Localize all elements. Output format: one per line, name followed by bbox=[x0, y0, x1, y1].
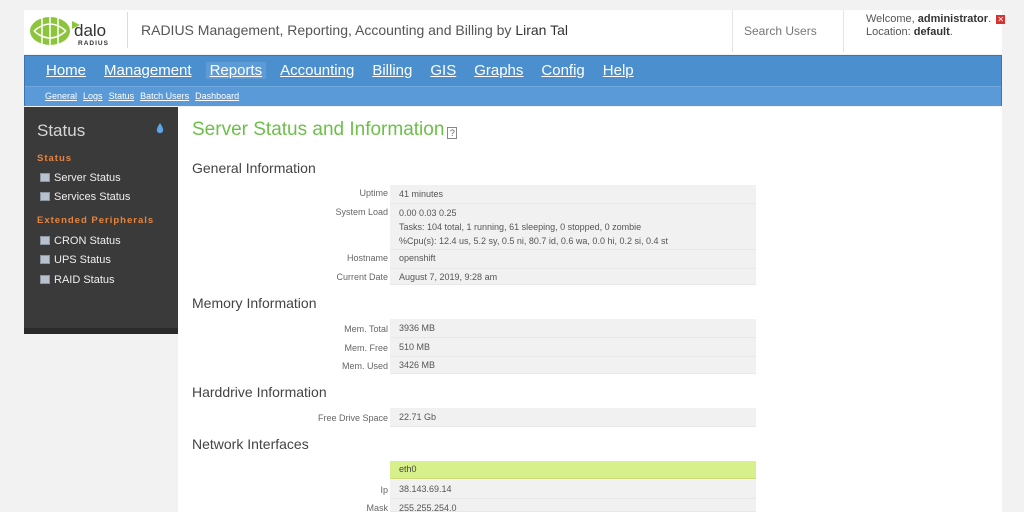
svg-text:dalo: dalo bbox=[74, 21, 106, 40]
sidebar-item-label: Services Status bbox=[54, 191, 131, 203]
droplet-icon bbox=[156, 123, 164, 134]
mem-used-label: Mem. Used bbox=[341, 361, 388, 371]
monitor-icon bbox=[40, 192, 50, 201]
tagline-text: RADIUS Management, Reporting, Accounting… bbox=[141, 22, 512, 38]
main-nav: Home Management Reports Accounting Billi… bbox=[45, 62, 635, 79]
mask-label: Mask bbox=[366, 503, 388, 512]
page-title-text: Server Status and Information bbox=[192, 119, 445, 140]
ip-value: 38.143.69.14 bbox=[390, 480, 756, 499]
daloradius-logo[interactable]: dalo RADIUS bbox=[28, 14, 124, 50]
sidebar: Status Status Server Status Services Sta… bbox=[24, 107, 178, 334]
sidebar-item-services-status[interactable]: Services Status bbox=[40, 191, 130, 203]
current-date-value: August 7, 2019, 9:28 am bbox=[390, 269, 756, 285]
section-network-title: Network Interfaces bbox=[192, 436, 309, 452]
subnav-batch-users[interactable]: Batch Users bbox=[140, 91, 189, 101]
network-interface-header: eth0 bbox=[390, 461, 756, 479]
page-title: Server Status and Information? bbox=[192, 119, 458, 141]
sidebar-item-label: RAID Status bbox=[54, 274, 115, 286]
search-users-box bbox=[732, 10, 844, 52]
uptime-value: 41 minutes bbox=[390, 185, 756, 204]
hostname-label: Hostname bbox=[346, 253, 388, 263]
welcome-prefix: Welcome, bbox=[866, 13, 915, 25]
monitor-icon bbox=[40, 275, 50, 284]
mem-used-text: 3426 MB bbox=[399, 360, 436, 370]
welcome-username: administrator bbox=[917, 13, 989, 25]
section-harddrive-title: Harddrive Information bbox=[192, 384, 327, 400]
nav-accounting[interactable]: Accounting bbox=[279, 62, 355, 79]
mem-used-value: 3426 MB bbox=[390, 357, 756, 374]
free-drive-text: 22.71 Gb bbox=[399, 412, 437, 422]
nav-reports[interactable]: Reports bbox=[205, 62, 267, 79]
header: dalo RADIUS RADIUS Management, Reporting… bbox=[24, 10, 1006, 54]
current-date-text: August 7, 2019, 9:28 am bbox=[399, 272, 498, 282]
location-value: default bbox=[913, 26, 950, 38]
free-drive-label: Free Drive Space bbox=[317, 413, 388, 423]
monitor-icon bbox=[40, 255, 50, 264]
system-load-value: 0.00 0.03 0.25 Tasks: 104 total, 1 runni… bbox=[390, 204, 756, 250]
mem-total-label: Mem. Total bbox=[344, 324, 388, 334]
cpu-text: %Cpu(s): 12.4 us, 5.2 sy, 0.5 ni, 80.7 i… bbox=[399, 236, 668, 246]
header-divider bbox=[127, 12, 128, 48]
ip-text: 38.143.69.14 bbox=[399, 484, 452, 494]
mem-total-value: 3936 MB bbox=[390, 319, 756, 338]
logout-icon[interactable]: ✕ bbox=[996, 14, 1006, 24]
mem-total-text: 3936 MB bbox=[399, 323, 436, 333]
nav-home[interactable]: Home bbox=[45, 62, 87, 79]
current-date-label: Current Date bbox=[336, 272, 388, 282]
nav-billing[interactable]: Billing bbox=[371, 62, 413, 79]
uptime-label: Uptime bbox=[359, 188, 388, 198]
mask-text: 255.255.254.0 bbox=[399, 503, 457, 512]
mask-value: 255.255.254.0 bbox=[390, 499, 756, 512]
tagline-author: Liran Tal bbox=[515, 22, 568, 38]
ip-label: Ip bbox=[380, 485, 388, 495]
sidebar-item-label: CRON Status bbox=[54, 235, 121, 247]
sidebar-item-label: UPS Status bbox=[54, 254, 111, 266]
sidebar-item-label: Server Status bbox=[54, 172, 121, 184]
nav-gis[interactable]: GIS bbox=[429, 62, 457, 79]
tasks-text: Tasks: 104 total, 1 running, 61 sleeping… bbox=[399, 222, 642, 232]
welcome-panel: Welcome, administrator. ✕ Location: defa… bbox=[866, 13, 1006, 38]
monitor-icon bbox=[40, 236, 50, 245]
subnav-logs[interactable]: Logs bbox=[83, 91, 103, 101]
help-icon[interactable]: ? bbox=[447, 127, 458, 139]
main-content: Server Status and Information? General I… bbox=[178, 107, 1002, 512]
mem-free-value: 510 MB bbox=[390, 338, 756, 357]
sidebar-item-server-status[interactable]: Server Status bbox=[40, 172, 121, 184]
subnav-dashboard[interactable]: Dashboard bbox=[195, 91, 239, 101]
hostname-text: openshift bbox=[399, 253, 436, 263]
sidebar-section-status: Status bbox=[37, 153, 73, 164]
search-users-input[interactable] bbox=[733, 10, 843, 52]
sidebar-item-raid-status[interactable]: RAID Status bbox=[40, 274, 115, 286]
hostname-value: openshift bbox=[390, 250, 756, 269]
sub-navbar: General Logs Status Batch Users Dashboar… bbox=[25, 86, 1001, 106]
sidebar-item-ups-status[interactable]: UPS Status bbox=[40, 254, 111, 266]
subnav-status[interactable]: Status bbox=[109, 91, 135, 101]
sidebar-section-extended: Extended Peripherals bbox=[37, 215, 155, 226]
nav-management[interactable]: Management bbox=[103, 62, 193, 79]
uptime-text: 41 minutes bbox=[399, 189, 444, 199]
nav-config[interactable]: Config bbox=[540, 62, 585, 79]
sidebar-title: Status bbox=[37, 121, 86, 140]
free-drive-value: 22.71 Gb bbox=[390, 408, 756, 427]
mem-free-text: 510 MB bbox=[399, 342, 431, 352]
mem-free-label: Mem. Free bbox=[344, 343, 388, 353]
system-load-text: 0.00 0.03 0.25 bbox=[399, 208, 457, 218]
section-general-title: General Information bbox=[192, 160, 316, 176]
svg-text:RADIUS: RADIUS bbox=[78, 40, 109, 47]
subnav-general[interactable]: General bbox=[45, 91, 77, 101]
section-memory-title: Memory Information bbox=[192, 295, 317, 311]
location-prefix: Location: bbox=[866, 26, 911, 38]
interface-name: eth0 bbox=[399, 464, 417, 474]
system-load-label: System Load bbox=[335, 207, 388, 217]
sidebar-item-cron-status[interactable]: CRON Status bbox=[40, 235, 121, 247]
header-tagline: RADIUS Management, Reporting, Accounting… bbox=[141, 22, 568, 38]
main-navbar: Home Management Reports Accounting Billi… bbox=[24, 55, 1002, 106]
nav-help[interactable]: Help bbox=[602, 62, 635, 79]
monitor-icon bbox=[40, 173, 50, 182]
nav-graphs[interactable]: Graphs bbox=[473, 62, 524, 79]
